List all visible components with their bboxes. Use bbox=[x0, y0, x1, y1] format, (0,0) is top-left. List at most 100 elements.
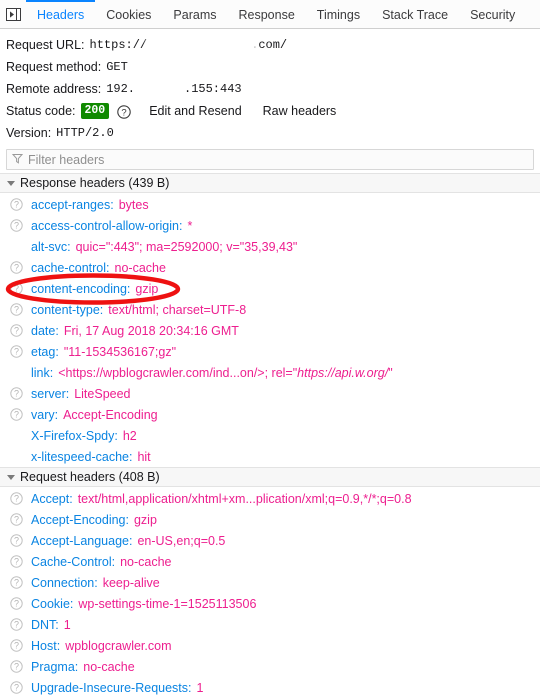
version-value: HTTP/2.0 bbox=[56, 126, 114, 140]
help-icon[interactable]: ? bbox=[10, 408, 23, 421]
help-icon[interactable]: ? bbox=[10, 345, 23, 358]
help-icon[interactable]: ? bbox=[10, 219, 23, 232]
header-row[interactable]: ? Cookie: wp-settings-time-1=1525113506 bbox=[0, 593, 540, 614]
header-value: h2 bbox=[122, 428, 137, 443]
header-name: content-encoding: bbox=[31, 281, 131, 296]
svg-text:?: ? bbox=[14, 641, 19, 651]
help-icon[interactable]: ? bbox=[10, 492, 23, 505]
header-row[interactable]: ? DNT: 1 bbox=[0, 614, 540, 635]
request-headers-section-header[interactable]: Request headers (408 B) bbox=[0, 467, 540, 487]
help-icon[interactable]: ? bbox=[10, 198, 23, 211]
svg-text:?: ? bbox=[14, 200, 19, 210]
header-name: Connection: bbox=[31, 575, 98, 590]
request-url-label: Request URL: bbox=[6, 38, 85, 52]
header-value: bytes bbox=[118, 197, 149, 212]
header-value: text/html; charset=UTF-8 bbox=[108, 302, 247, 317]
header-name: access-control-allow-origin: bbox=[31, 218, 183, 233]
header-name: Cookie: bbox=[31, 596, 74, 611]
help-icon[interactable]: ? bbox=[10, 555, 23, 568]
header-name: accept-ranges: bbox=[31, 197, 114, 212]
tab-label: Response bbox=[238, 8, 295, 22]
svg-text:?: ? bbox=[14, 221, 19, 231]
request-url-suffix: .com/ bbox=[251, 38, 288, 52]
svg-text:?: ? bbox=[14, 284, 19, 294]
tab-security[interactable]: Security bbox=[459, 0, 526, 28]
tab-cookies[interactable]: Cookies bbox=[95, 0, 162, 28]
header-row[interactable]: ? content-encoding: gzip bbox=[0, 278, 540, 299]
header-row[interactable]: ? Accept: text/html,application/xhtml+xm..… bbox=[0, 488, 540, 509]
help-icon[interactable]: ? bbox=[10, 576, 23, 589]
tab-params[interactable]: Params bbox=[162, 0, 227, 28]
help-icon[interactable]: ? bbox=[10, 387, 23, 400]
remote-address-label: Remote address: bbox=[6, 82, 102, 96]
raw-headers-button[interactable]: Raw headers bbox=[263, 104, 337, 118]
header-row[interactable]: ? Cache-Control: no-cache bbox=[0, 551, 540, 572]
header-row[interactable]: ? Upgrade-Insecure-Requests: 1 bbox=[0, 677, 540, 698]
tab-response[interactable]: Response bbox=[228, 0, 306, 28]
toggle-panel-icon[interactable] bbox=[0, 0, 26, 28]
help-icon[interactable]: ? bbox=[10, 660, 23, 673]
header-value: LiteSpeed bbox=[74, 386, 131, 401]
header-row[interactable]: ? server: LiteSpeed bbox=[0, 383, 540, 404]
tab-headers[interactable]: Headers bbox=[26, 0, 96, 28]
help-icon[interactable]: ? bbox=[10, 618, 23, 631]
header-row[interactable]: ? vary: Accept-Encoding bbox=[0, 404, 540, 425]
filter-headers-box[interactable] bbox=[6, 149, 534, 170]
svg-text:?: ? bbox=[14, 305, 19, 315]
header-row[interactable]: ? date: Fri, 17 Aug 2018 20:34:16 GMT bbox=[0, 320, 540, 341]
header-value: text/html,application/xhtml+xm...plicati… bbox=[77, 491, 412, 506]
help-icon[interactable]: ? bbox=[10, 681, 23, 694]
header-row[interactable]: ? Accept-Language: en-US,en;q=0.5 bbox=[0, 530, 540, 551]
help-icon[interactable]: ? bbox=[10, 597, 23, 610]
header-row[interactable]: ? access-control-allow-origin: * bbox=[0, 215, 540, 236]
header-row[interactable]: ?X-Firefox-Spdy:h2 bbox=[0, 425, 540, 446]
header-row[interactable]: ? cache-control: no-cache bbox=[0, 257, 540, 278]
header-row[interactable]: ? accept-ranges: bytes bbox=[0, 194, 540, 215]
svg-text:?: ? bbox=[14, 326, 19, 336]
tab-timings[interactable]: Timings bbox=[306, 0, 371, 28]
edit-and-resend-button[interactable]: Edit and Resend bbox=[149, 104, 241, 118]
header-row[interactable]: ?alt-svc:quic=":443"; ma=2592000; v="35,… bbox=[0, 236, 540, 257]
header-value: 1 bbox=[63, 617, 71, 632]
summary-row-request-method: Request method: GET bbox=[6, 56, 540, 78]
help-icon[interactable]: ? bbox=[10, 513, 23, 526]
header-value: quic=":443"; ma=2592000; v="35,39,43" bbox=[75, 239, 298, 254]
svg-text:?: ? bbox=[14, 494, 19, 504]
response-headers-section-header[interactable]: Response headers (439 B) bbox=[0, 173, 540, 193]
help-icon[interactable]: ? bbox=[10, 324, 23, 337]
help-icon[interactable]: ? bbox=[10, 534, 23, 547]
header-value: keep-alive bbox=[102, 575, 160, 590]
header-row[interactable]: ? Host: wpblogcrawler.com bbox=[0, 635, 540, 656]
help-icon[interactable]: ? bbox=[117, 105, 131, 119]
header-row[interactable]: ? Pragma: no-cache bbox=[0, 656, 540, 677]
remote-address-prefix: 192. bbox=[106, 82, 135, 96]
help-icon[interactable]: ? bbox=[10, 261, 23, 274]
header-row[interactable]: ? etag: "11-1534536167;gz" bbox=[0, 341, 540, 362]
chevron-down-icon bbox=[7, 180, 15, 186]
summary-row-version: Version: HTTP/2.0 bbox=[6, 122, 540, 144]
header-value: Accept-Encoding bbox=[63, 407, 158, 422]
header-value: hit bbox=[137, 449, 151, 464]
header-row[interactable]: ?x-litespeed-cache:hit bbox=[0, 446, 540, 467]
svg-text:?: ? bbox=[14, 683, 19, 693]
header-value-italic: https://api.w.org/ bbox=[297, 365, 389, 380]
svg-text:?: ? bbox=[14, 263, 19, 273]
header-row[interactable]: ? Accept-Encoding: gzip bbox=[0, 509, 540, 530]
help-icon[interactable]: ? bbox=[10, 282, 23, 295]
request-method-label: Request method: bbox=[6, 60, 102, 74]
header-name: alt-svc: bbox=[31, 239, 71, 254]
header-name: vary: bbox=[31, 407, 59, 422]
header-row[interactable]: ? content-type: text/html; charset=UTF-8 bbox=[0, 299, 540, 320]
tab-label: Security bbox=[470, 8, 516, 22]
header-value: no-cache bbox=[83, 659, 135, 674]
search-input[interactable] bbox=[28, 152, 533, 167]
header-value: no-cache bbox=[114, 260, 166, 275]
svg-text:?: ? bbox=[122, 107, 127, 118]
status-badge: 200 bbox=[80, 103, 110, 119]
header-row[interactable]: ? Connection: keep-alive bbox=[0, 572, 540, 593]
tab-stack-trace[interactable]: Stack Trace bbox=[371, 0, 459, 28]
help-icon[interactable]: ? bbox=[10, 639, 23, 652]
header-row[interactable]: ?link:<https://wpblogcrawler.com/ind...o… bbox=[0, 362, 540, 383]
tab-label: Timings bbox=[316, 8, 361, 22]
help-icon[interactable]: ? bbox=[10, 303, 23, 316]
